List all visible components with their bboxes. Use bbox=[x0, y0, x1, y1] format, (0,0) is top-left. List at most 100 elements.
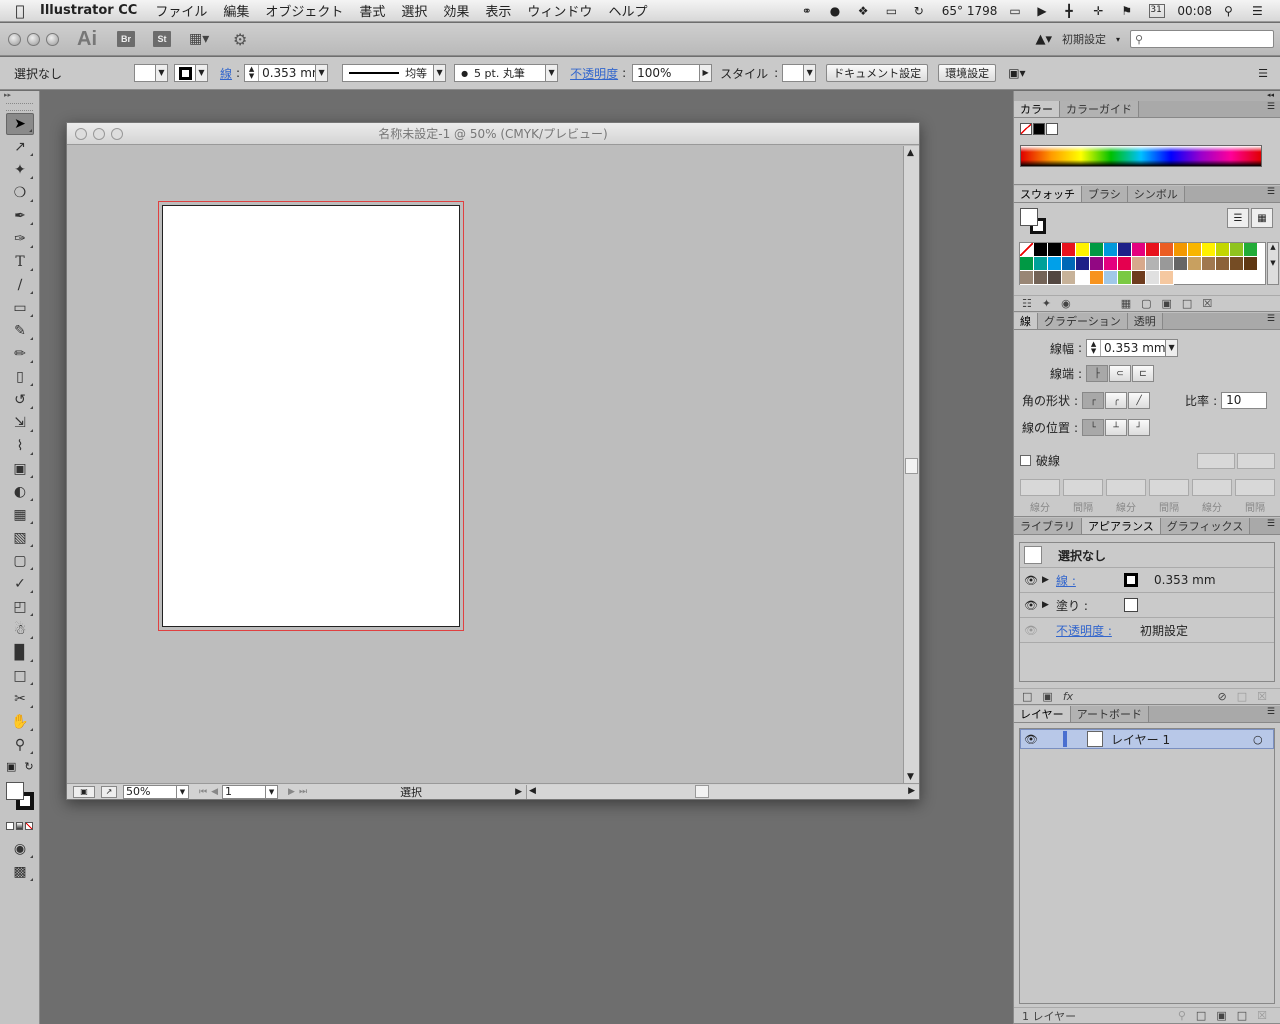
drawing-mode-icon[interactable]: ◉ bbox=[6, 838, 34, 860]
dropbox-icon[interactable]: ❖ bbox=[858, 4, 874, 18]
search-input[interactable]: ⚲ bbox=[1130, 30, 1274, 48]
flag-us-icon[interactable]: ⚑ bbox=[1121, 4, 1137, 18]
clear-appearance-icon[interactable]: ⊘ bbox=[1218, 690, 1227, 703]
workspace-switcher[interactable]: 初期設定 bbox=[1062, 31, 1106, 47]
collapse-icon[interactable]: ▸▸ bbox=[0, 91, 39, 101]
expand-triangle-icon[interactable]: ▶ bbox=[1042, 575, 1056, 585]
eyedropper-tool-icon[interactable]: ✓ bbox=[6, 573, 34, 595]
panel-menu-icon[interactable]: ☰ bbox=[1267, 187, 1275, 197]
panel-grip[interactable] bbox=[6, 103, 33, 111]
calendar-icon[interactable]: 31 bbox=[1149, 3, 1166, 18]
direct-selection-tool-icon[interactable]: ↗ bbox=[6, 136, 34, 158]
swatch-cell[interactable] bbox=[1104, 243, 1118, 257]
layer-name[interactable]: レイヤー 1 bbox=[1111, 731, 1253, 748]
scroll-right-icon[interactable]: ▶ bbox=[908, 786, 915, 796]
battery-icon[interactable]: ▭ bbox=[1009, 4, 1025, 18]
swatch-options-icon[interactable]: ▦ bbox=[1121, 297, 1131, 310]
dash-corner-button[interactable] bbox=[1237, 452, 1275, 469]
zoom-icon[interactable] bbox=[46, 32, 59, 46]
new-layer-icon[interactable]: □ bbox=[1237, 1009, 1247, 1022]
magic-wand-tool-icon[interactable]: ✦ bbox=[6, 159, 34, 181]
selection-tool-icon[interactable]: ➤ bbox=[6, 113, 34, 135]
chevron-down-icon[interactable]: ▼ bbox=[176, 785, 188, 798]
gap-field-2[interactable] bbox=[1149, 479, 1189, 496]
chevron-down-icon[interactable]: ▾ bbox=[1116, 35, 1120, 44]
gradient-tool-icon[interactable]: ▢ bbox=[6, 550, 34, 572]
add-fill-icon[interactable]: ▣ bbox=[1042, 690, 1052, 703]
appearance-opacity-row[interactable]: 👁 不透明度 : 初期設定 bbox=[1020, 618, 1274, 643]
swap-colors-icon[interactable]: ↻ bbox=[24, 760, 33, 773]
swatch-scrollbar[interactable]: ▲ ▼ bbox=[1267, 242, 1279, 285]
swatch-cell[interactable] bbox=[1090, 271, 1104, 285]
swatch-cell[interactable] bbox=[1244, 257, 1258, 271]
stroke-weight-field[interactable]: ▲▼ 0.353 mm ▼ bbox=[1086, 339, 1179, 357]
menu-type[interactable]: 書式 bbox=[359, 1, 385, 20]
gpu-performance-icon[interactable]: ⚙ bbox=[233, 30, 247, 49]
dash-field-2[interactable] bbox=[1106, 479, 1146, 496]
bluetooth-icon[interactable]: ▶ bbox=[1037, 4, 1053, 18]
swatch-cell[interactable] bbox=[1020, 243, 1034, 257]
duplicate-item-icon[interactable]: □ bbox=[1237, 690, 1247, 703]
swatch-cell[interactable] bbox=[1034, 271, 1048, 285]
lasso-tool-icon[interactable]: ❍ bbox=[6, 182, 34, 204]
gap-field-3[interactable] bbox=[1235, 479, 1275, 496]
fill-stroke-widget[interactable] bbox=[4, 780, 36, 812]
tab-symbols[interactable]: シンボル bbox=[1127, 186, 1185, 202]
tab-libraries[interactable]: ライブラリ bbox=[1014, 518, 1082, 534]
color-spectrum[interactable] bbox=[1020, 145, 1262, 167]
owl-icon[interactable]: ● bbox=[830, 4, 846, 18]
menu-effect[interactable]: 効果 bbox=[443, 1, 469, 20]
swatch-kind-icon[interactable]: ◉ bbox=[1061, 297, 1071, 310]
list-view-icon[interactable]: ☰ bbox=[1227, 208, 1249, 228]
stock-button[interactable]: St bbox=[153, 31, 171, 47]
gpu-preview-icon[interactable]: ▣ bbox=[73, 785, 95, 798]
swatch-cell[interactable] bbox=[1048, 243, 1062, 257]
stroke-swatch[interactable] bbox=[1124, 573, 1138, 587]
spotlight-icon[interactable]: ⚲ bbox=[1224, 4, 1240, 18]
screen-mode-icon[interactable]: ▩ bbox=[6, 861, 34, 883]
panel-menu-icon[interactable]: ☰ bbox=[1267, 102, 1275, 112]
none-swatch-icon[interactable] bbox=[1020, 123, 1032, 135]
menu-edit[interactable]: 編集 bbox=[223, 1, 249, 20]
brush-definition[interactable]: ● 5 pt. 丸筆 ▼ bbox=[454, 64, 559, 82]
fill-swatch[interactable] bbox=[6, 782, 24, 800]
opacity-link[interactable]: 不透明度 : bbox=[1056, 622, 1140, 639]
swatch-cell[interactable] bbox=[1146, 257, 1160, 271]
stroke-panel-link[interactable]: 線 bbox=[220, 65, 232, 82]
round-join-button[interactable]: ╭ bbox=[1105, 392, 1128, 409]
swatch-cell[interactable] bbox=[1188, 257, 1202, 271]
menu-select[interactable]: 選択 bbox=[401, 1, 427, 20]
scroll-thumb[interactable] bbox=[905, 458, 918, 474]
artboard[interactable] bbox=[162, 205, 460, 627]
stroke-color-dropdown[interactable]: ▼ bbox=[174, 64, 208, 82]
round-cap-button[interactable]: ⊂ bbox=[1109, 365, 1132, 382]
layer-row[interactable]: 👁 レイヤー 1 ○ bbox=[1020, 729, 1274, 749]
tab-layers[interactable]: レイヤー bbox=[1014, 706, 1071, 722]
tab-stroke[interactable]: 線 bbox=[1014, 313, 1038, 329]
swatch-cell[interactable] bbox=[1076, 257, 1090, 271]
rectangle-tool-icon[interactable]: ▭ bbox=[6, 297, 34, 319]
panel-menu-icon[interactable]: ☰ bbox=[1267, 314, 1275, 324]
paintbrush-tool-icon[interactable]: ✎ bbox=[6, 320, 34, 342]
white-swatch[interactable] bbox=[1046, 123, 1058, 135]
vertical-scrollbar[interactable]: ▲ ▼ bbox=[903, 146, 919, 784]
swatch-cell[interactable] bbox=[1244, 243, 1258, 257]
time-machine-icon[interactable]: ↻ bbox=[914, 4, 930, 18]
tab-color-guide[interactable]: カラーガイド bbox=[1060, 101, 1139, 117]
dash-field-1[interactable] bbox=[1020, 479, 1060, 496]
eye-icon[interactable]: 👁 bbox=[1020, 624, 1042, 637]
input-icon[interactable]: ╋ bbox=[1065, 4, 1081, 18]
column-graph-tool-icon[interactable]: ▉ bbox=[6, 642, 34, 664]
swatch-cell[interactable] bbox=[1062, 257, 1076, 271]
black-swatch[interactable] bbox=[1033, 123, 1045, 135]
target-icon[interactable]: ○ bbox=[1253, 733, 1273, 746]
scale-tool-icon[interactable]: ⇲ bbox=[6, 412, 34, 434]
sync-icon[interactable]: ▲▾ bbox=[1035, 32, 1052, 47]
swatch-cell[interactable] bbox=[1118, 271, 1132, 285]
slice-tool-icon[interactable]: ✂ bbox=[6, 688, 34, 710]
chevron-down-icon[interactable]: ▼ bbox=[1165, 340, 1178, 356]
swatch-cell[interactable] bbox=[1104, 257, 1118, 271]
add-effect-icon[interactable]: fx bbox=[1063, 690, 1073, 703]
miter-limit-field[interactable]: 10 bbox=[1221, 392, 1268, 409]
swatch-cell[interactable] bbox=[1216, 243, 1230, 257]
